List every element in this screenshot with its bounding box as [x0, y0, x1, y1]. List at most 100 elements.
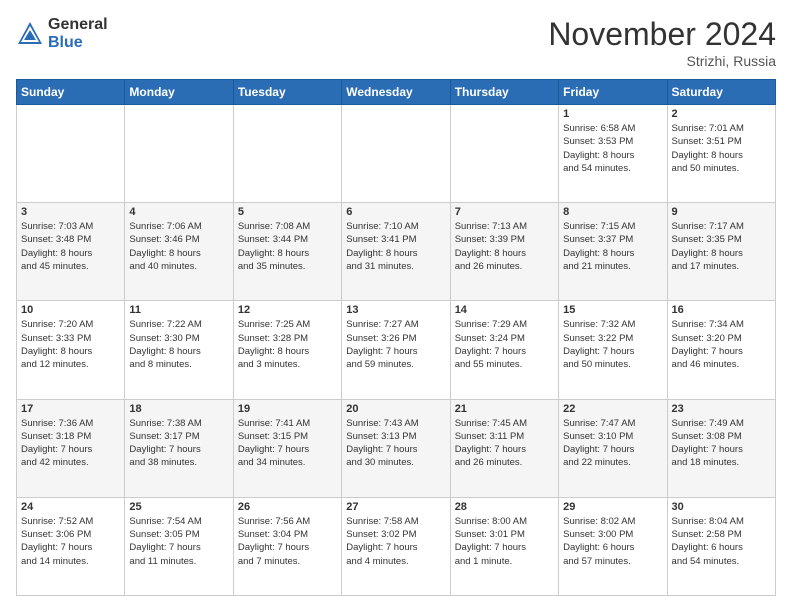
day-number: 8	[563, 206, 662, 218]
calendar-cell: 30 Sunrise: 8:04 AM Sunset: 2:58 PM Dayli…	[667, 497, 775, 595]
day-number: 15	[563, 304, 662, 316]
calendar-cell	[17, 105, 125, 203]
day-info: Sunrise: 8:02 AM Sunset: 3:00 PM Dayligh…	[563, 515, 662, 568]
day-info: Sunrise: 7:25 AM Sunset: 3:28 PM Dayligh…	[238, 318, 337, 371]
calendar-cell: 23 Sunrise: 7:49 AM Sunset: 3:08 PM Dayli…	[667, 399, 775, 497]
day-number: 29	[563, 501, 662, 513]
day-number: 19	[238, 403, 337, 415]
day-number: 12	[238, 304, 337, 316]
logo-text: General Blue	[48, 16, 108, 51]
calendar-table: SundayMondayTuesdayWednesdayThursdayFrid…	[16, 79, 776, 596]
calendar-cell: 7 Sunrise: 7:13 AM Sunset: 3:39 PM Daylig…	[450, 203, 558, 301]
calendar-cell: 10 Sunrise: 7:20 AM Sunset: 3:33 PM Dayli…	[17, 301, 125, 399]
header: General Blue November 2024 Strizhi, Russ…	[16, 16, 776, 69]
calendar-cell: 26 Sunrise: 7:56 AM Sunset: 3:04 PM Dayli…	[233, 497, 341, 595]
day-info: Sunrise: 7:45 AM Sunset: 3:11 PM Dayligh…	[455, 417, 554, 470]
day-info: Sunrise: 7:22 AM Sunset: 3:30 PM Dayligh…	[129, 318, 228, 371]
day-info: Sunrise: 7:10 AM Sunset: 3:41 PM Dayligh…	[346, 220, 445, 273]
day-info: Sunrise: 7:15 AM Sunset: 3:37 PM Dayligh…	[563, 220, 662, 273]
calendar-cell	[233, 105, 341, 203]
day-info: Sunrise: 7:56 AM Sunset: 3:04 PM Dayligh…	[238, 515, 337, 568]
day-info: Sunrise: 7:49 AM Sunset: 3:08 PM Dayligh…	[672, 417, 771, 470]
day-number: 21	[455, 403, 554, 415]
logo-icon	[16, 20, 44, 48]
day-number: 13	[346, 304, 445, 316]
day-number: 2	[672, 108, 771, 120]
calendar-cell: 2 Sunrise: 7:01 AM Sunset: 3:51 PM Daylig…	[667, 105, 775, 203]
calendar-cell: 27 Sunrise: 7:58 AM Sunset: 3:02 PM Dayli…	[342, 497, 450, 595]
calendar-cell: 13 Sunrise: 7:27 AM Sunset: 3:26 PM Dayli…	[342, 301, 450, 399]
weekday-header: Saturday	[667, 80, 775, 105]
logo: General Blue	[16, 16, 108, 51]
calendar-cell: 8 Sunrise: 7:15 AM Sunset: 3:37 PM Daylig…	[559, 203, 667, 301]
day-info: Sunrise: 8:00 AM Sunset: 3:01 PM Dayligh…	[455, 515, 554, 568]
day-number: 30	[672, 501, 771, 513]
day-info: Sunrise: 7:03 AM Sunset: 3:48 PM Dayligh…	[21, 220, 120, 273]
day-number: 27	[346, 501, 445, 513]
day-info: Sunrise: 7:36 AM Sunset: 3:18 PM Dayligh…	[21, 417, 120, 470]
day-number: 25	[129, 501, 228, 513]
month-title: November 2024	[548, 16, 776, 53]
calendar-cell: 24Sunrise: 7:52 AM Sunset: 3:06 PM Dayli…	[17, 497, 125, 595]
day-info: Sunrise: 7:38 AM Sunset: 3:17 PM Dayligh…	[129, 417, 228, 470]
calendar-cell: 25 Sunrise: 7:54 AM Sunset: 3:05 PM Dayli…	[125, 497, 233, 595]
calendar-cell: 19Sunrise: 7:41 AM Sunset: 3:15 PM Dayli…	[233, 399, 341, 497]
day-number: 7	[455, 206, 554, 218]
header-row: SundayMondayTuesdayWednesdayThursdayFrid…	[17, 80, 776, 105]
day-number: 16	[672, 304, 771, 316]
calendar-cell: 22Sunrise: 7:47 AM Sunset: 3:10 PM Dayli…	[559, 399, 667, 497]
day-info: Sunrise: 7:08 AM Sunset: 3:44 PM Dayligh…	[238, 220, 337, 273]
day-info: Sunrise: 7:32 AM Sunset: 3:22 PM Dayligh…	[563, 318, 662, 371]
weekday-header: Sunday	[17, 80, 125, 105]
calendar-cell: 1Sunrise: 6:58 AM Sunset: 3:53 PM Daylig…	[559, 105, 667, 203]
day-info: Sunrise: 8:04 AM Sunset: 2:58 PM Dayligh…	[672, 515, 771, 568]
day-info: Sunrise: 7:01 AM Sunset: 3:51 PM Dayligh…	[672, 122, 771, 175]
day-number: 10	[21, 304, 120, 316]
page: General Blue November 2024 Strizhi, Russ…	[0, 0, 792, 612]
day-number: 4	[129, 206, 228, 218]
calendar-cell: 14Sunrise: 7:29 AM Sunset: 3:24 PM Dayli…	[450, 301, 558, 399]
day-number: 20	[346, 403, 445, 415]
calendar-cell: 18 Sunrise: 7:38 AM Sunset: 3:17 PM Dayli…	[125, 399, 233, 497]
calendar-cell: 4 Sunrise: 7:06 AM Sunset: 3:46 PM Daylig…	[125, 203, 233, 301]
day-number: 26	[238, 501, 337, 513]
calendar-week-row: 1Sunrise: 6:58 AM Sunset: 3:53 PM Daylig…	[17, 105, 776, 203]
day-number: 1	[563, 108, 662, 120]
calendar-cell: 29 Sunrise: 8:02 AM Sunset: 3:00 PM Dayli…	[559, 497, 667, 595]
day-number: 18	[129, 403, 228, 415]
calendar-week-row: 17 Sunrise: 7:36 AM Sunset: 3:18 PM Dayli…	[17, 399, 776, 497]
day-info: Sunrise: 7:43 AM Sunset: 3:13 PM Dayligh…	[346, 417, 445, 470]
day-number: 28	[455, 501, 554, 513]
day-number: 17	[21, 403, 120, 415]
day-number: 9	[672, 206, 771, 218]
day-number: 5	[238, 206, 337, 218]
day-number: 3	[21, 206, 120, 218]
calendar-cell: 12 Sunrise: 7:25 AM Sunset: 3:28 PM Dayli…	[233, 301, 341, 399]
day-info: Sunrise: 7:17 AM Sunset: 3:35 PM Dayligh…	[672, 220, 771, 273]
day-info: Sunrise: 7:29 AM Sunset: 3:24 PM Dayligh…	[455, 318, 554, 371]
day-info: Sunrise: 7:06 AM Sunset: 3:46 PM Dayligh…	[129, 220, 228, 273]
logo-blue-text: Blue	[48, 34, 108, 52]
day-info: Sunrise: 7:27 AM Sunset: 3:26 PM Dayligh…	[346, 318, 445, 371]
day-number: 11	[129, 304, 228, 316]
calendar-cell: 20 Sunrise: 7:43 AM Sunset: 3:13 PM Dayli…	[342, 399, 450, 497]
calendar-cell: 28 Sunrise: 8:00 AM Sunset: 3:01 PM Dayli…	[450, 497, 558, 595]
day-info: Sunrise: 7:58 AM Sunset: 3:02 PM Dayligh…	[346, 515, 445, 568]
calendar-cell	[450, 105, 558, 203]
calendar-cell: 3 Sunrise: 7:03 AM Sunset: 3:48 PM Daylig…	[17, 203, 125, 301]
day-info: Sunrise: 7:54 AM Sunset: 3:05 PM Dayligh…	[129, 515, 228, 568]
day-info: Sunrise: 7:34 AM Sunset: 3:20 PM Dayligh…	[672, 318, 771, 371]
day-number: 24	[21, 501, 120, 513]
day-info: Sunrise: 7:13 AM Sunset: 3:39 PM Dayligh…	[455, 220, 554, 273]
calendar-cell: 17 Sunrise: 7:36 AM Sunset: 3:18 PM Dayli…	[17, 399, 125, 497]
calendar-week-row: 24Sunrise: 7:52 AM Sunset: 3:06 PM Dayli…	[17, 497, 776, 595]
title-block: November 2024 Strizhi, Russia	[548, 16, 776, 69]
weekday-header: Monday	[125, 80, 233, 105]
weekday-header: Tuesday	[233, 80, 341, 105]
calendar-cell: 6 Sunrise: 7:10 AM Sunset: 3:41 PM Daylig…	[342, 203, 450, 301]
day-number: 23	[672, 403, 771, 415]
day-info: Sunrise: 7:20 AM Sunset: 3:33 PM Dayligh…	[21, 318, 120, 371]
weekday-header: Thursday	[450, 80, 558, 105]
calendar-cell: 5 Sunrise: 7:08 AM Sunset: 3:44 PM Daylig…	[233, 203, 341, 301]
day-number: 6	[346, 206, 445, 218]
